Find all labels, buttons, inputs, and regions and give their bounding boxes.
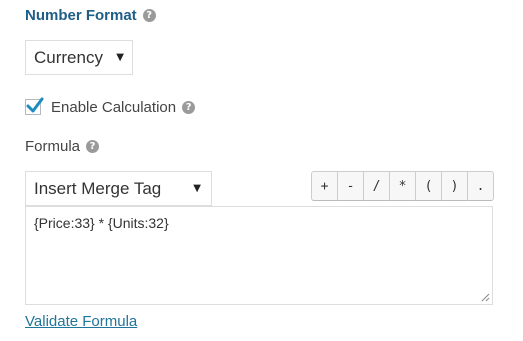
- decimal-operator-button[interactable]: .: [467, 171, 494, 201]
- open-paren-operator-button[interactable]: (: [415, 171, 442, 201]
- number-format-select-value: Currency: [34, 47, 103, 67]
- number-format-select[interactable]: Currency ▼: [25, 40, 133, 75]
- divide-operator-button[interactable]: /: [363, 171, 390, 201]
- formula-value: {Price:33} * {Units:32}: [34, 215, 169, 231]
- operator-buttons: + - / * ( ) .: [311, 171, 494, 201]
- minus-operator-button[interactable]: -: [337, 171, 364, 201]
- formula-heading: Formula ?: [25, 135, 100, 157]
- formula-label: Formula: [25, 137, 81, 155]
- question-circle-icon[interactable]: ?: [86, 139, 100, 153]
- close-paren-operator-button[interactable]: ): [441, 171, 468, 201]
- question-circle-icon[interactable]: ?: [142, 8, 156, 22]
- checkmark-icon: [26, 97, 44, 113]
- caret-down-icon: ▼: [116, 52, 124, 63]
- plus-operator-button[interactable]: +: [311, 171, 338, 201]
- question-circle-icon[interactable]: ?: [182, 100, 196, 114]
- number-format-heading: Number Format ?: [25, 4, 156, 26]
- resize-grip-icon[interactable]: [481, 293, 490, 302]
- caret-down-icon: ▼: [193, 183, 201, 194]
- enable-calculation-row: Enable Calculation ?: [25, 96, 196, 118]
- insert-merge-tag-select[interactable]: Insert Merge Tag ▼: [25, 171, 212, 206]
- enable-calculation-checkbox[interactable]: [25, 97, 44, 115]
- insert-merge-tag-value: Insert Merge Tag: [34, 178, 162, 198]
- number-format-title: Number Format: [25, 6, 137, 24]
- multiply-operator-button[interactable]: *: [389, 171, 416, 201]
- validate-formula-link[interactable]: Validate Formula: [25, 313, 137, 330]
- formula-textarea[interactable]: {Price:33} * {Units:32}: [25, 206, 493, 305]
- enable-calculation-label[interactable]: Enable Calculation: [51, 99, 176, 116]
